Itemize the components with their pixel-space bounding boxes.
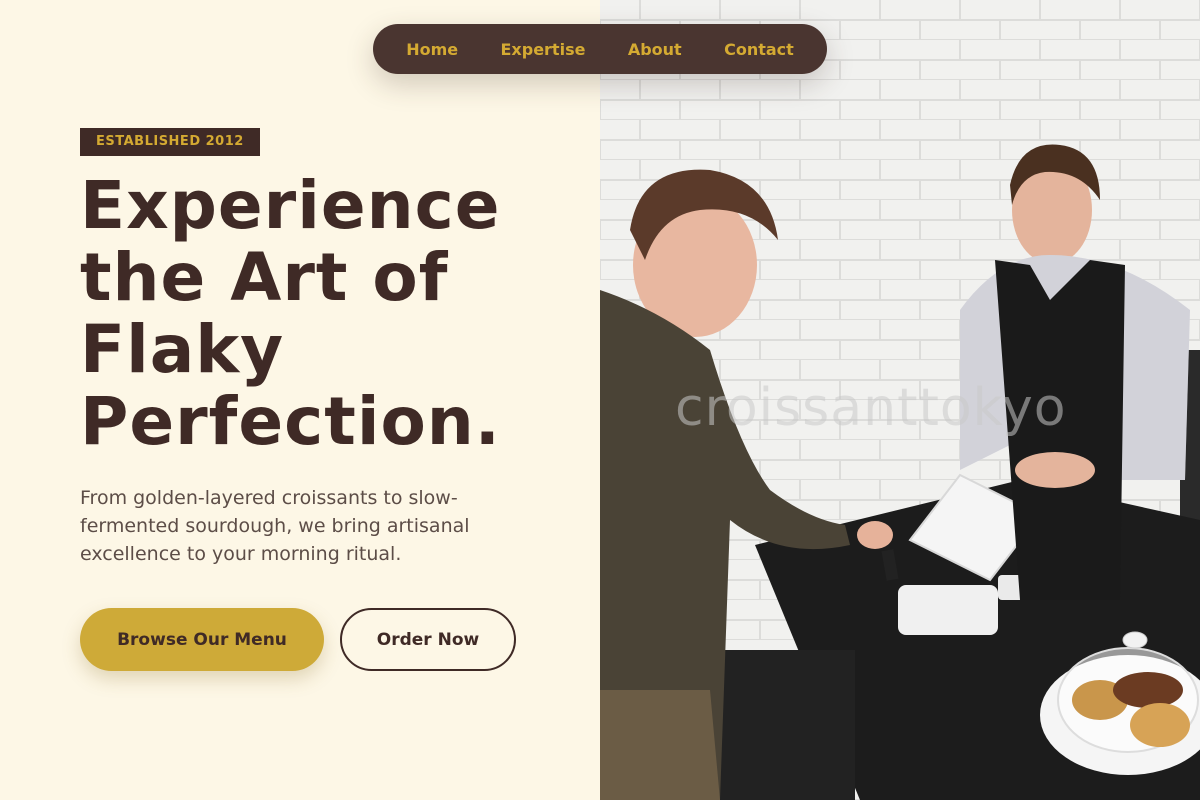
main-nav: Home Expertise About Contact <box>373 24 827 74</box>
hero-photo: croissanttokyo <box>600 0 1200 800</box>
order-now-button[interactable]: Order Now <box>340 608 516 671</box>
hero-description: From golden-layered croissants to slow-f… <box>80 487 470 565</box>
nav-about[interactable]: About <box>628 40 682 59</box>
browse-menu-button[interactable]: Browse Our Menu <box>80 608 324 671</box>
photo-watermark: croissanttokyo <box>675 378 1067 438</box>
hero-left-panel: ESTABLISHED 2012 Experience the Art of F… <box>0 0 600 800</box>
nav-contact[interactable]: Contact <box>724 40 794 59</box>
nav-expertise[interactable]: Expertise <box>500 40 585 59</box>
nav-home[interactable]: Home <box>406 40 458 59</box>
hero-headline: Experience the Art of Flaky Perfection. <box>80 167 501 460</box>
established-badge: ESTABLISHED 2012 <box>80 128 260 156</box>
